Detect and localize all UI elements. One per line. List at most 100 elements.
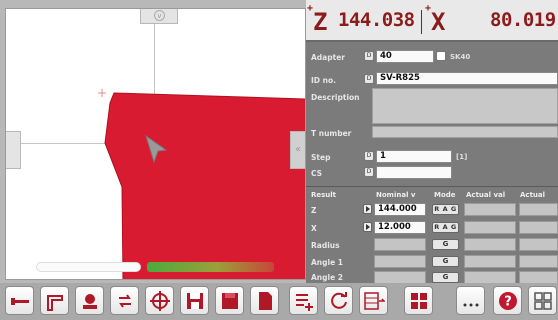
empty-progress-track <box>36 262 141 272</box>
mode-header: Mode <box>434 191 456 199</box>
actual-angle1-extra <box>519 255 558 268</box>
actual-z-extra <box>519 203 558 216</box>
description-label: Description <box>311 93 360 102</box>
graphic-viewport[interactable]: v « <box>5 8 306 280</box>
actual-x-extra <box>519 221 558 234</box>
grid-icon <box>411 293 427 309</box>
save-disk-button[interactable] <box>180 286 209 315</box>
swap-button[interactable] <box>110 286 139 315</box>
actual-angle2-field <box>464 271 516 283</box>
table-export-icon <box>364 292 385 310</box>
actual-z-field <box>464 203 516 216</box>
step-count: [1] <box>456 153 468 161</box>
cs-info-icon[interactable]: D <box>364 167 374 177</box>
workpiece-shape <box>104 92 305 279</box>
save-disk-icon <box>187 293 203 309</box>
position-readout: +Z 144.038 +X 80.019 <box>306 0 558 42</box>
actual-value-header: Actual val <box>466 191 506 199</box>
actual-radius-field <box>464 238 516 251</box>
mode-radius-button[interactable]: G <box>432 239 459 250</box>
more-icon <box>463 303 479 307</box>
step-select[interactable]: 1 <box>376 150 452 163</box>
adapter-info-icon[interactable]: D <box>364 51 374 61</box>
z-position-value: 144.038 <box>338 9 415 31</box>
cs-label: CS <box>311 169 323 178</box>
nominal-angle2-field <box>374 271 426 283</box>
crosshair-button[interactable] <box>145 286 174 315</box>
mode-angle2-button[interactable]: G <box>432 272 459 283</box>
result-row-label: X <box>311 224 317 233</box>
bottom-toolbar: ? <box>0 283 558 320</box>
swap-icon <box>119 294 131 308</box>
mode-x-button[interactable]: R A G <box>432 222 459 233</box>
measurement-progress-bar <box>147 262 274 272</box>
step-label: Step <box>311 153 331 162</box>
tool-holder-button[interactable] <box>40 286 69 315</box>
measure-button[interactable] <box>75 286 104 315</box>
nominal-z-input[interactable]: 144.000 <box>374 203 426 216</box>
apps-icon <box>534 292 552 310</box>
adapter-select[interactable]: 40 <box>376 50 434 63</box>
nominal-header: Nominal v <box>376 191 416 199</box>
readout-divider <box>421 10 422 34</box>
id-label: ID no. <box>311 76 336 85</box>
nominal-radius-field <box>374 238 426 251</box>
list-add-icon <box>296 294 313 311</box>
left-collapse-handle[interactable] <box>6 131 21 169</box>
result-row-label: Angle 1 <box>311 258 343 267</box>
right-collapse-handle[interactable]: « <box>290 131 305 169</box>
t-number-label: T number <box>311 129 352 138</box>
nominal-x-input[interactable]: 12.000 <box>374 221 426 234</box>
crosshair-icon <box>150 291 170 311</box>
table-export-button[interactable] <box>359 286 388 315</box>
t-number-input[interactable] <box>372 126 558 138</box>
adapter-label: Adapter <box>311 53 345 62</box>
step-info-icon[interactable]: D <box>364 151 374 161</box>
actual-header: Actual <box>520 191 546 199</box>
result-row-label: Angle 2 <box>311 273 343 282</box>
id-input[interactable]: SV-R825 <box>376 72 558 85</box>
z-axis-label: +Z <box>307 3 328 36</box>
chevron-down-icon: v <box>154 10 165 21</box>
nominal-angle1-field <box>374 255 426 268</box>
refresh-icon <box>331 292 347 309</box>
actual-radius-extra <box>519 238 558 251</box>
play-icon[interactable] <box>363 204 372 214</box>
x-axis-label: +X <box>425 3 446 36</box>
document-button[interactable] <box>250 286 279 315</box>
refresh-button[interactable] <box>324 286 353 315</box>
document-icon <box>259 292 272 310</box>
help-label: ? <box>504 295 512 310</box>
help-icon: ? <box>499 292 517 310</box>
mode-z-button[interactable]: R A G <box>432 204 459 215</box>
adapter-image-icon[interactable] <box>436 51 446 61</box>
result-row-label: Radius <box>311 241 340 250</box>
grid-button[interactable] <box>404 286 433 315</box>
measure-icon <box>83 294 97 309</box>
result-row-label: Z <box>311 206 317 215</box>
play-icon[interactable] <box>363 222 372 232</box>
tool-holder-icon <box>47 295 63 311</box>
list-add-button[interactable] <box>289 286 318 315</box>
result-header: Result <box>311 191 337 199</box>
chevron-left-icon: « <box>294 144 302 155</box>
tool-icon <box>11 298 29 305</box>
x-position-value: 80.019 <box>490 9 556 31</box>
mode-angle1-button[interactable]: G <box>432 256 459 267</box>
save-red-icon <box>222 293 238 309</box>
workpiece-contour <box>98 89 305 279</box>
top-collapse-handle[interactable]: v <box>140 9 178 24</box>
actual-x-field <box>464 221 516 234</box>
cs-select[interactable] <box>376 166 452 179</box>
tool-button[interactable] <box>5 286 34 315</box>
actual-angle2-extra <box>519 271 558 283</box>
help-button[interactable]: ? <box>493 286 522 315</box>
tool-data-panel: +Z 144.038 +X 80.019 Adapter D 40 SK40 I… <box>306 0 558 283</box>
apps-button[interactable] <box>528 286 557 315</box>
description-input[interactable] <box>372 88 558 124</box>
save-red-button[interactable] <box>215 286 244 315</box>
actual-angle1-field <box>464 255 516 268</box>
id-info-icon[interactable]: D <box>364 74 374 84</box>
adapter-tag: SK40 <box>450 53 471 61</box>
more-button[interactable] <box>456 286 485 315</box>
